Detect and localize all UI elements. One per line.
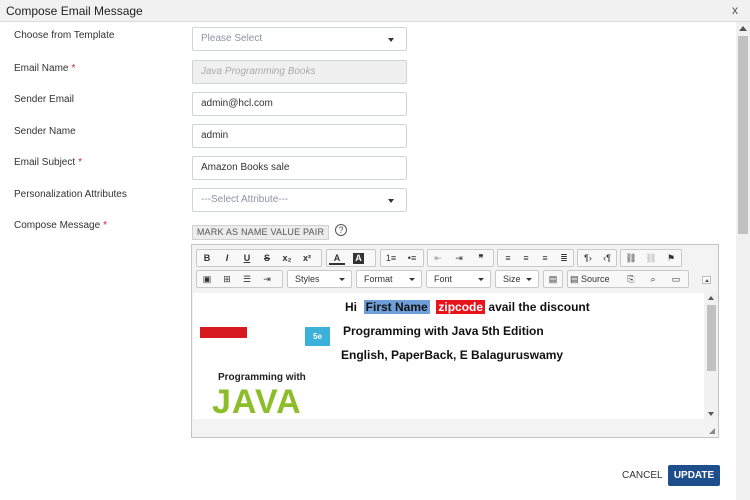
message-line-2: Programming with Java 5th Edition [343,324,544,338]
book-cover-subtitle: Programming with [218,372,306,383]
help-icon[interactable]: ? [335,224,347,236]
image-icon[interactable]: ▣ [199,272,215,286]
chevron-down-icon [526,278,532,281]
source-button[interactable]: ▤ Source [570,272,620,286]
chevron-down-icon [409,278,415,281]
editor-scrollbar-thumb[interactable] [707,305,716,371]
sender-email-field[interactable]: admin@hcl.com [192,92,407,116]
scroll-up-icon[interactable] [708,296,714,300]
align-group: ≡ ≡ ≡ ≣ [497,249,574,267]
collapse-toolbar-icon[interactable] [702,276,711,284]
preview-icon[interactable]: ⌕ [645,272,661,286]
message-line-1: Hi First Name zipcode avail the discount [345,300,590,314]
edition-badge: 5e [305,327,330,346]
page-break-icon[interactable]: ⇥ [259,272,275,286]
unlink-button[interactable]: ⛓ [643,251,659,265]
rich-text-editor: B I U S x₂ x² A A 1≡ •≡ ⇤ ⇥ ❞ ≡ ≡ ≡ ≣ ¶›… [191,244,719,438]
ltr-button[interactable]: ¶› [580,251,596,265]
underline-button[interactable]: U [239,251,255,265]
direction-group: ¶› ‹¶ [577,249,617,267]
chevron-down-icon [388,38,394,42]
bold-button[interactable]: B [199,251,215,265]
mark-name-value-pair-button[interactable]: MARK AS NAME VALUE PAIR [192,225,329,240]
cancel-button[interactable]: CANCEL [622,470,663,481]
resize-handle-icon[interactable] [709,428,715,434]
personalization-label: Personalization Attributes [14,189,127,200]
document-group: ▤ Source ⎘ ⌕ ▭ [567,270,689,288]
link-button[interactable]: ⛓ [623,251,639,265]
chevron-down-icon [478,278,484,281]
email-name-field: Java Programming Books [192,60,407,84]
table-icon[interactable]: ⊞ [219,272,235,286]
background-color-button[interactable]: A [353,253,364,264]
indent-button[interactable]: ⇥ [451,251,467,265]
page-scrollbar-thumb[interactable] [738,36,748,234]
page-scrollbar[interactable] [736,22,750,500]
outdent-button[interactable]: ⇤ [430,251,446,265]
format-dropdown[interactable]: Format [356,270,422,288]
new-page-icon[interactable]: ▭ [668,272,684,286]
dialog-header: Compose Email Message x [0,0,750,22]
sender-name-label: Sender Name [14,126,76,137]
templates-icon[interactable]: ⎘ [623,272,639,286]
template-select[interactable]: Please Select [192,27,407,51]
chevron-down-icon [339,278,345,281]
first-name-token[interactable]: First Name [363,300,430,314]
personalization-select[interactable]: ---Select Attribute--- [192,188,407,212]
scroll-down-icon[interactable] [708,412,714,416]
align-left-icon[interactable]: ≡ [500,251,516,265]
sender-email-label: Sender Email [14,94,75,105]
book-cover-title: JAVA [212,383,302,419]
sender-name-field[interactable]: admin [192,124,407,148]
insert-group: ▣ ⊞ ☰ ⇥ [196,270,283,288]
chevron-down-icon [388,199,394,203]
align-justify-icon[interactable]: ≣ [556,251,572,265]
zipcode-token[interactable]: zipcode [436,300,486,314]
template-label: Choose from Template [14,30,115,41]
text-color-button[interactable]: A [329,251,345,265]
colors-group: A A [326,249,376,267]
size-dropdown[interactable]: Size [495,270,539,288]
rtl-button[interactable]: ‹¶ [599,251,615,265]
list-group: 1≡ •≡ [380,249,424,267]
publisher-logo [200,327,247,338]
indent-group: ⇤ ⇥ ❞ [427,249,494,267]
close-icon[interactable]: x [732,3,738,17]
subscript-button[interactable]: x₂ [279,251,295,265]
anchor-button[interactable]: ⚑ [663,251,679,265]
update-button[interactable]: UPDATE [668,465,720,486]
email-subject-label: Email Subject * [14,157,83,168]
email-subject-field[interactable]: Amazon Books sale [192,156,407,180]
blockquote-button[interactable]: ❞ [473,251,489,265]
link-group: ⛓ ⛓ ⚑ [620,249,682,267]
source-icon: ▤ [570,274,579,284]
align-right-icon[interactable]: ≡ [537,251,553,265]
bulleted-list-button[interactable]: •≡ [404,251,420,265]
email-name-label: Email Name * [14,63,76,74]
font-dropdown[interactable]: Font [426,270,491,288]
maximize-group: ▤ [543,270,563,288]
compose-message-label: Compose Message * [14,220,108,231]
horizontal-line-icon[interactable]: ☰ [239,272,255,286]
superscript-button[interactable]: x² [299,251,315,265]
basic-styles-group: B I U S x₂ x² [196,249,322,267]
align-center-icon[interactable]: ≡ [518,251,534,265]
scroll-up-icon[interactable] [739,26,747,31]
numbered-list-button[interactable]: 1≡ [383,251,399,265]
dialog-title: Compose Email Message [6,4,143,18]
message-content[interactable]: Hi First Name zipcode avail the discount… [193,293,704,419]
strikethrough-button[interactable]: S [259,251,275,265]
maximize-icon[interactable]: ▤ [545,272,561,286]
editor-scrollbar[interactable] [705,293,718,419]
styles-dropdown[interactable]: Styles [287,270,352,288]
book-cover-image: 5e Programming with JAVA [200,327,330,419]
message-line-3: English, PaperBack, E Balaguruswamy [341,348,564,362]
italic-button[interactable]: I [219,251,235,265]
